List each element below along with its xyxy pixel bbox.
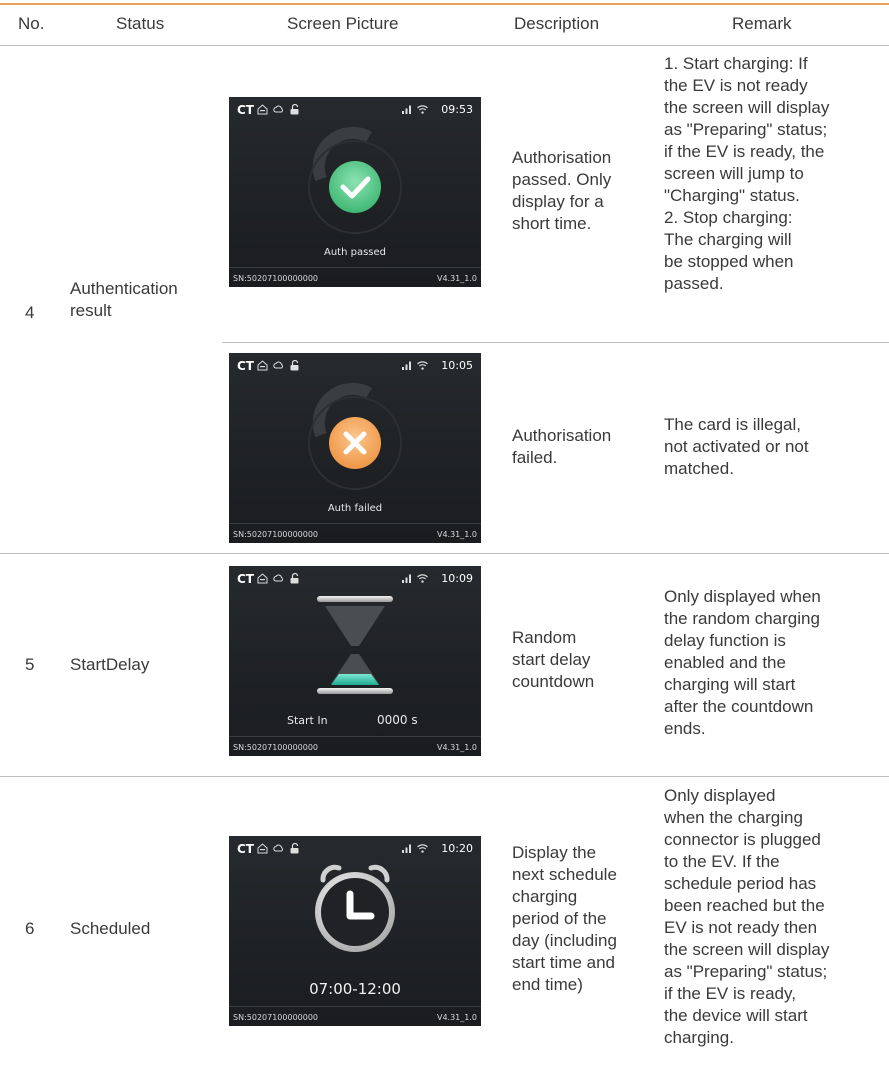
screen-auth-failed: CT 10:05 Auth failed SN:50207100000000 V… [229,353,481,543]
cloud-icon [273,105,284,113]
start-in-label: Start In [287,714,328,727]
cloud-icon [273,844,284,852]
row-6-remark: Only displayed when the charging connecto… [664,786,830,1047]
countdown-value: 0000 s [377,713,418,727]
wifi-icon [417,361,428,370]
serial-number: SN:50207100000000 [233,1013,319,1022]
row-4-inner-divider [222,342,889,343]
firmware-version: V4.31_1.0 [436,743,477,752]
firmware-version: V4.31_1.0 [436,274,477,283]
row-6-description: Display the next schedule charging period … [512,843,617,994]
unlock-icon [290,360,299,371]
unlock-icon [290,573,299,584]
cross-icon [308,382,402,490]
wifi-icon [417,574,428,583]
clock-time: 09:53 [441,103,473,116]
row-6-status: Scheduled [70,919,151,938]
row-5-number: 5 [25,655,35,674]
row-4-status: Authentication result [70,279,178,320]
row-4-number: 4 [25,303,35,322]
row-5-status: StartDelay [70,655,150,674]
schedule-period: 07:00-12:00 [309,980,401,998]
home-icon [257,843,268,854]
signal-icon [402,105,411,114]
serial-number: SN:50207100000000 [233,743,319,752]
status-bar: CT 09:53 [229,97,481,121]
table-top-rule [0,3,889,5]
home-icon [257,360,268,371]
header-remark: Remark [732,14,792,33]
cloud-icon [273,361,284,369]
signal-icon [402,574,411,583]
header-divider [0,45,889,46]
screen-footer: SN:50207100000000 V4.31_1.0 [229,736,481,756]
screen-footer: SN:50207100000000 V4.31_1.0 [229,1006,481,1026]
ct-label: CT [237,842,254,856]
row-6-number: 6 [25,919,35,938]
unlock-icon [290,104,299,115]
screen-footer: SN:50207100000000 V4.31_1.0 [229,523,481,543]
signal-icon [402,361,411,370]
wifi-icon [417,844,428,853]
alarm-clock-icon [315,864,395,952]
cloud-icon [273,574,284,582]
unlock-icon [290,843,299,854]
header-status: Status [116,14,165,33]
header-description: Description [514,14,600,33]
status-bar: CT 10:09 [229,566,481,590]
auth-passed-caption: Auth passed [323,247,386,258]
home-icon [257,104,268,115]
screen-scheduled: CT 10:20 07:00-12:00 SN:50207100000000 V… [229,836,481,1026]
row-4-passed-description: Authorisation passed. Only display for as… [512,148,612,233]
screen-auth-passed: CT 09:53 Auth passed SN:50207100000000 V… [229,97,481,287]
wifi-icon [417,105,428,114]
header-screen-picture: Screen Picture [287,14,399,33]
check-icon [308,126,402,234]
row-4-divider [0,553,889,554]
firmware-version: V4.31_1.0 [436,530,477,539]
auth-failed-caption: Auth failed [327,503,383,514]
firmware-version: V4.31_1.0 [436,1013,477,1022]
row-5-remark: Only displayed when the random charging d… [664,587,821,738]
row-4-failed-remark: The card is illegal, not activated or not… [664,415,809,478]
serial-number: SN:50207100000000 [233,530,319,539]
status-bar: CT 10:05 [229,353,481,377]
status-bar: CT 10:20 [229,836,481,860]
serial-number: SN:50207100000000 [233,274,319,283]
ct-label: CT [237,103,254,117]
ct-label: CT [237,359,254,373]
header-no: No. [18,14,45,33]
clock-time: 10:20 [441,842,473,855]
row-4-failed-description: Authorisation failed. [512,426,612,467]
screen-footer: SN:50207100000000 V4.31_1.0 [229,267,481,287]
row-5-description: Random start delay countdown [512,628,595,691]
home-icon [257,573,268,584]
hourglass-icon [317,596,393,694]
screen-start-delay: CT 10:09 Start In 0000 s SN:502071000000… [229,566,481,756]
signal-icon [402,844,411,853]
row-5-divider [0,776,889,777]
row-4-passed-remark: 1. Start charging: If the EV is not ready… [664,54,830,293]
clock-time: 10:05 [441,359,473,372]
clock-time: 10:09 [441,572,473,585]
ct-label: CT [237,572,254,586]
